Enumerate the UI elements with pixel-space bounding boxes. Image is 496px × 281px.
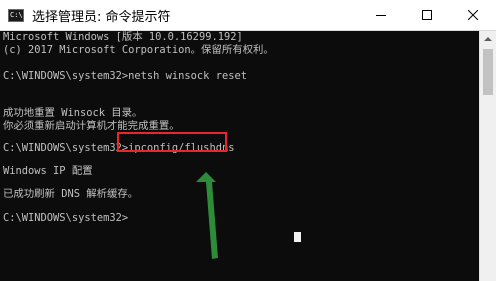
scroll-thumb[interactable] — [483, 49, 493, 95]
text-cursor — [294, 232, 301, 242]
green-arrow-icon — [196, 172, 218, 259]
scroll-up-arrow-icon[interactable] — [484, 37, 492, 41]
command-prompt-window: C:\ 选择管理员: 命令提示符 Microsoft Windows [版本 1… — [0, 0, 496, 281]
vertical-scrollbar[interactable] — [479, 31, 496, 281]
